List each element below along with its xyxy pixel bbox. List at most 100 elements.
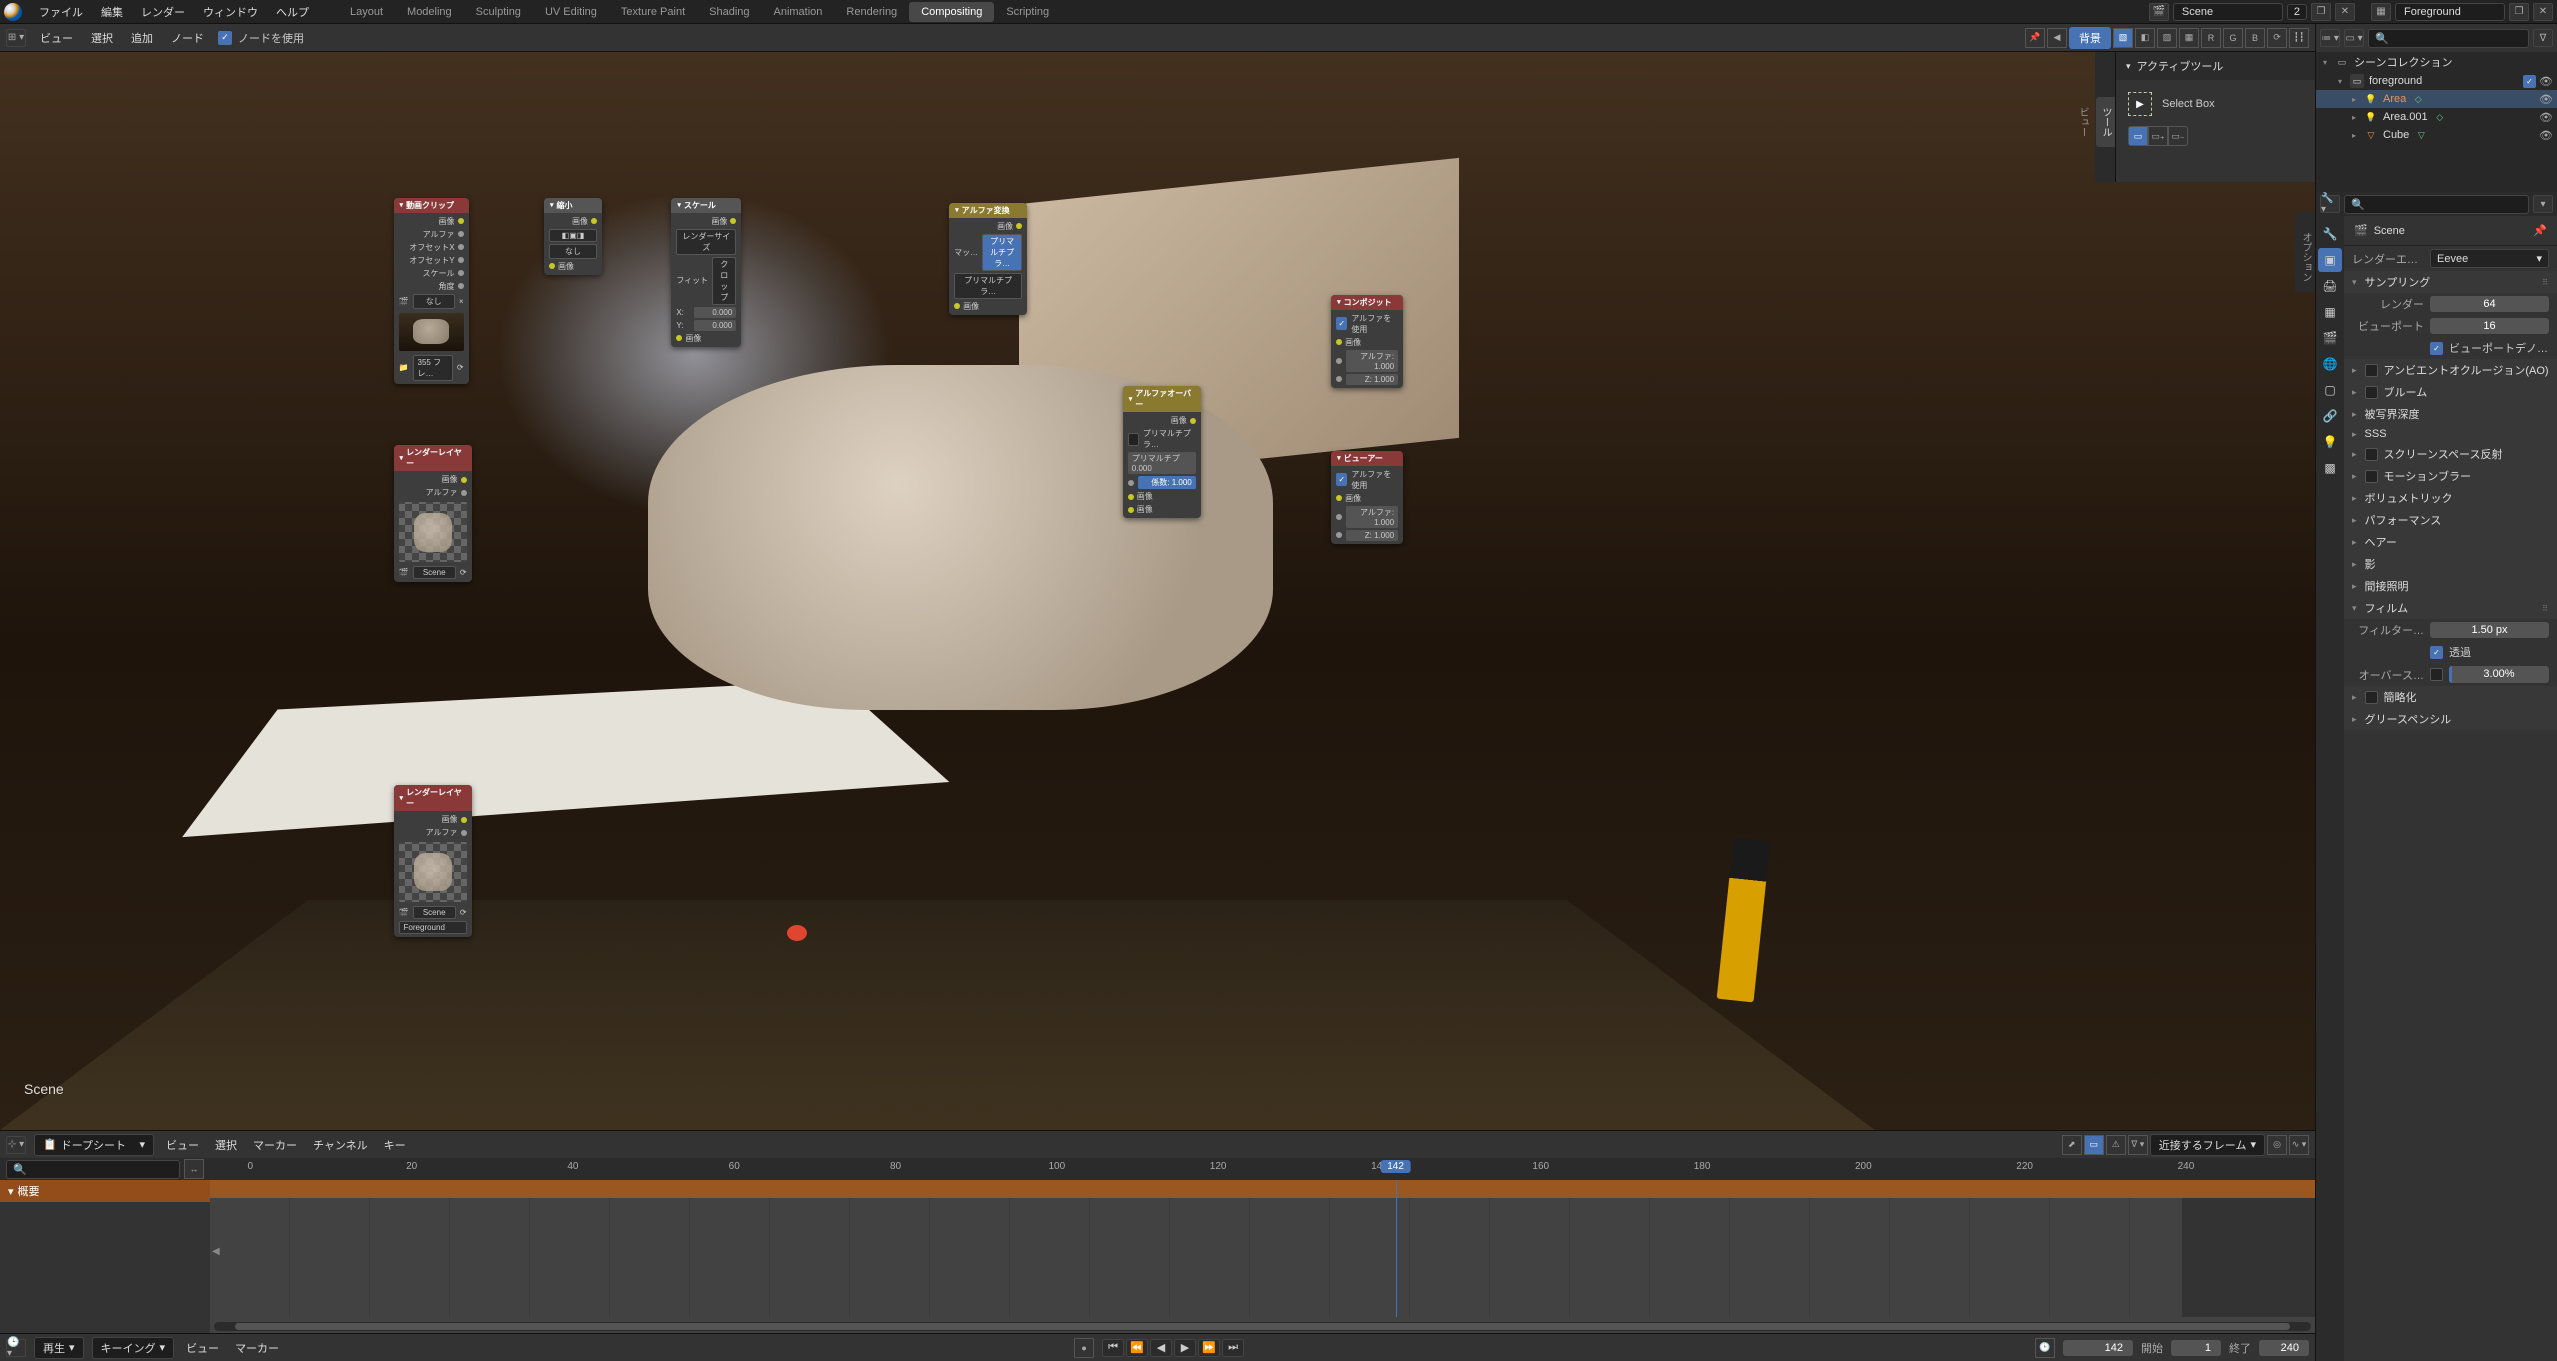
browse-viewlayer-icon[interactable]: ▦	[2371, 3, 2391, 21]
comp-menu-node[interactable]: ノード	[167, 28, 208, 48]
new-viewlayer-icon[interactable]: ❐	[2509, 3, 2529, 21]
refresh-icon[interactable]: ⟳	[2267, 28, 2287, 48]
dopesheet-editor-type-selector[interactable]: ⊹ ▾	[6, 1136, 26, 1154]
start-frame-field[interactable]: 1	[2171, 1340, 2221, 1356]
workspace-tab-modeling[interactable]: Modeling	[395, 2, 464, 22]
prop-tab-output[interactable]: 🖨	[2318, 274, 2342, 298]
workspace-tab-sculpting[interactable]: Sculpting	[464, 2, 533, 22]
outliner-object-area001[interactable]: ▸ 💡 Area.001 ◇ 👁	[2316, 108, 2557, 126]
node-viewer[interactable]: ビューアー ✓アルファを使用 画像 アルファ: 1.000 Z: 1.000	[1331, 451, 1403, 544]
outliner-filter-icon[interactable]: ∇	[2533, 29, 2553, 47]
panel-ao[interactable]: アンビエントオクルージョン(AO)	[2344, 359, 2557, 381]
prop-tab-scene[interactable]: 🎬	[2318, 326, 2342, 350]
select-mode-extend-icon[interactable]: ▭₊	[2148, 126, 2168, 146]
scene-users-count[interactable]: 2	[2287, 4, 2307, 20]
scene-name-field[interactable]: Scene	[2173, 3, 2283, 21]
workspace-tab-rendering[interactable]: Rendering	[834, 2, 909, 22]
menu-edit[interactable]: 編集	[92, 0, 132, 24]
timeline-ruler[interactable]: 020406080100120140160180200220240	[210, 1158, 2315, 1180]
outliner-search[interactable]: 🔍	[2368, 29, 2529, 48]
outliner-editor-type[interactable]: ≔ ▾	[2320, 29, 2340, 47]
outliner-scene-collection[interactable]: ▾▭ シーンコレクション	[2316, 52, 2557, 72]
workspace-tab-layout[interactable]: Layout	[338, 2, 395, 22]
editor-type-selector[interactable]: ⊞ ▾	[6, 29, 26, 47]
eye-icon[interactable]: 👁	[2539, 111, 2553, 124]
current-frame-field[interactable]: 142	[2063, 1340, 2133, 1356]
prop-tab-tool[interactable]: 🔧	[2318, 222, 2342, 246]
workspace-tab-animation[interactable]: Animation	[762, 2, 835, 22]
channel-combined-icon[interactable]: ▧	[2113, 28, 2133, 48]
eye-icon[interactable]: 👁	[2539, 129, 2553, 142]
workspace-tab-scripting[interactable]: Scripting	[994, 2, 1061, 22]
channel-b-button[interactable]: B	[2245, 28, 2265, 48]
unlink-scene-icon[interactable]: ✕	[2335, 3, 2355, 21]
side-tab-options[interactable]: オプション	[2296, 222, 2315, 292]
comp-menu-add[interactable]: 追加	[127, 28, 157, 48]
play-reverse-icon[interactable]: ◀	[1150, 1339, 1172, 1357]
prop-tab-constraints[interactable]: 🔗	[2318, 404, 2342, 428]
filter-size-field[interactable]: 1.50 px	[2430, 622, 2549, 638]
workspace-tab-uvediting[interactable]: UV Editing	[533, 2, 609, 22]
tl-menu-marker[interactable]: マーカー	[249, 1135, 301, 1155]
render-engine-select[interactable]: Eevee▾	[2430, 249, 2549, 268]
dopesheet-mode-selector[interactable]: 📋 ドープシート ▾	[34, 1134, 154, 1156]
tl-selmode-tweak-icon[interactable]: ⬈	[2062, 1135, 2082, 1155]
overscan-checkbox[interactable]	[2430, 668, 2443, 681]
channel-zdepth-icon[interactable]: ▦	[2179, 28, 2199, 48]
prev-keyframe-icon[interactable]: ⏪	[1126, 1339, 1148, 1357]
tl-footer-playback-menu[interactable]: 再生 ▾	[34, 1337, 84, 1359]
playhead-indicator[interactable]: 142	[1380, 1160, 1411, 1173]
panel-simplify[interactable]: 簡略化	[2344, 686, 2557, 708]
prop-tab-texture[interactable]: ▩	[2318, 456, 2342, 480]
node-renderlayers-1[interactable]: レンダーレイヤー 画像 アルファ 🎬Scene⟳	[394, 445, 472, 582]
node-renderlayers-2[interactable]: レンダーレイヤー 画像 アルファ 🎬Scene⟳ Foreground	[394, 785, 472, 937]
channel-color-icon[interactable]: ◧	[2135, 28, 2155, 48]
outliner-object-cube[interactable]: ▸ ▽ Cube ▽ 👁	[2316, 126, 2557, 144]
tl-footer-editor-type[interactable]: 🕒 ▾	[6, 1339, 26, 1357]
jump-end-icon[interactable]: ⏭	[1222, 1339, 1244, 1357]
select-mode-new-icon[interactable]: ▭	[2128, 126, 2148, 146]
use-nodes-toggle[interactable]: ✓ ノードを使用	[218, 30, 304, 46]
node-composite[interactable]: コンポジット ✓アルファを使用 画像 アルファ: 1.000 Z: 1.000	[1331, 295, 1403, 388]
workspace-tab-texturepaint[interactable]: Texture Paint	[609, 2, 697, 22]
prop-tab-render[interactable]: ▣	[2318, 248, 2342, 272]
channel-r-button[interactable]: R	[2201, 28, 2221, 48]
menu-window[interactable]: ウィンドウ	[194, 0, 267, 24]
tl-footer-marker-menu[interactable]: マーカー	[231, 1338, 283, 1358]
workspace-tab-compositing[interactable]: Compositing	[909, 2, 994, 22]
tl-snap-mode[interactable]: 近接するフレーム ▾	[2150, 1134, 2265, 1156]
new-scene-icon[interactable]: ❐	[2311, 3, 2331, 21]
active-tool-header[interactable]: アクティブツール	[2116, 52, 2315, 80]
tl-menu-view[interactable]: ビュー	[162, 1135, 203, 1155]
jump-start-icon[interactable]: ⏮	[1102, 1339, 1124, 1357]
overscan-value-field[interactable]: 3.00%	[2449, 666, 2549, 683]
collection-enable-checkbox[interactable]: ✓	[2523, 75, 2536, 88]
viewlayer-name-field[interactable]: Foreground	[2395, 3, 2505, 21]
panel-dof[interactable]: 被写界深度	[2344, 403, 2557, 425]
tl-menu-key[interactable]: キー	[380, 1135, 410, 1155]
side-tab-tool[interactable]: ツール	[2096, 97, 2115, 147]
panel-shadow[interactable]: 影	[2344, 553, 2557, 575]
menu-file[interactable]: ファイル	[30, 0, 92, 24]
snap-icon[interactable]: ┇┇	[2289, 28, 2309, 48]
tl-menu-select[interactable]: 選択	[211, 1135, 241, 1155]
play-icon[interactable]: ▶	[1174, 1339, 1196, 1357]
panel-sss[interactable]: SSS	[2344, 425, 2557, 443]
channel-g-button[interactable]: G	[2223, 28, 2243, 48]
menu-help[interactable]: ヘルプ	[267, 0, 318, 24]
pin-icon[interactable]: 📌	[2533, 224, 2547, 237]
tl-channel-search[interactable]: 🔍	[6, 1160, 180, 1179]
panel-ssr[interactable]: スクリーンスペース反射	[2344, 443, 2557, 465]
render-samples-field[interactable]: 64	[2430, 296, 2549, 312]
tl-filter-icon[interactable]: ∇ ▾	[2128, 1135, 2148, 1155]
menu-render[interactable]: レンダー	[132, 0, 194, 24]
panel-sampling[interactable]: サンプリング⠿	[2344, 271, 2557, 293]
tl-search-toggle-icon[interactable]: ↔	[184, 1159, 204, 1179]
channel-alpha-icon[interactable]: ▨	[2157, 28, 2177, 48]
outliner-object-area[interactable]: ▸ 💡 Area ◇ 👁	[2316, 90, 2557, 108]
comp-menu-view[interactable]: ビュー	[36, 28, 77, 48]
tl-footer-keying-menu[interactable]: キーイング ▾	[92, 1337, 175, 1359]
panel-performance[interactable]: パフォーマンス	[2344, 509, 2557, 531]
tl-selmode-box-icon[interactable]: ▭	[2084, 1135, 2104, 1155]
backdrop-toggle[interactable]: 背景	[2069, 27, 2111, 49]
